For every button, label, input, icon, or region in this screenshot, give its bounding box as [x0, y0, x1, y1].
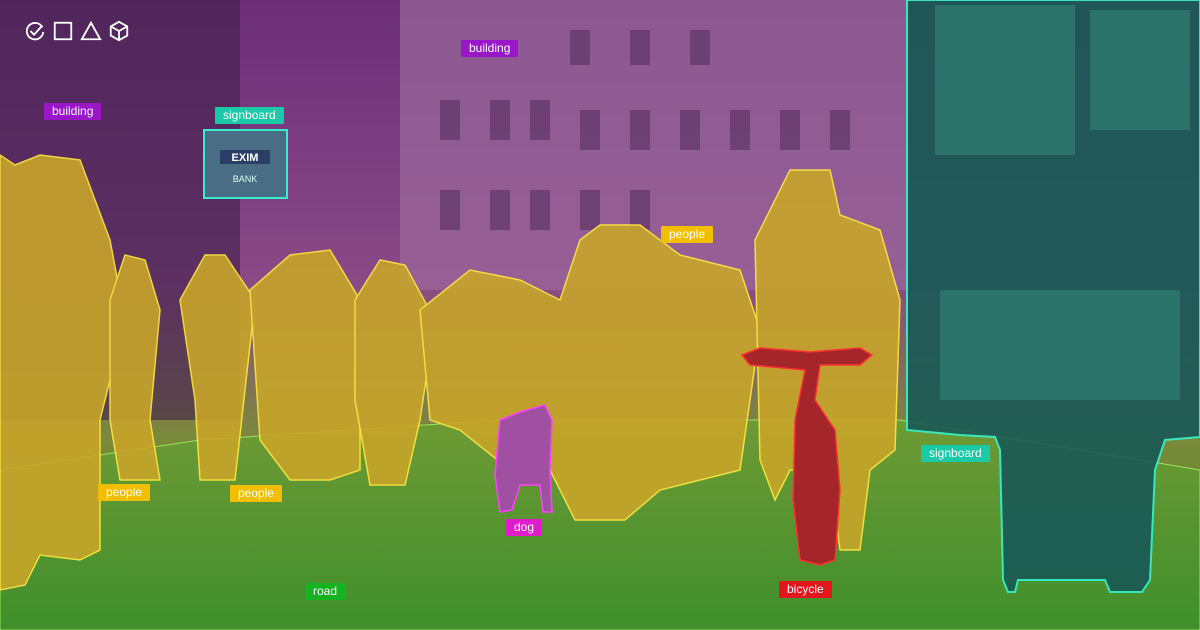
annotation-toolbar [24, 20, 130, 42]
label-people: people [98, 484, 151, 501]
label-signboard: signboard [215, 107, 284, 124]
svg-text:EXIM: EXIM [232, 152, 259, 164]
svg-text:BANK: BANK [233, 174, 258, 184]
label-people: people [661, 226, 714, 243]
label-road: road [305, 583, 346, 600]
label-building: building [461, 40, 519, 57]
bank-signboard: EXIM BANK [203, 129, 288, 199]
square-icon[interactable] [52, 20, 74, 42]
triangle-icon[interactable] [80, 20, 102, 42]
label-building: building [44, 103, 102, 120]
cube-icon[interactable] [108, 20, 130, 42]
segmented-street-photo: EXIM BANK [0, 0, 1200, 630]
label-signboard: signboard [921, 445, 990, 462]
check-circle-icon[interactable] [24, 20, 46, 42]
label-dog: dog [506, 519, 543, 536]
label-people: people [230, 485, 283, 502]
label-bicycle: bicycle [779, 581, 832, 598]
